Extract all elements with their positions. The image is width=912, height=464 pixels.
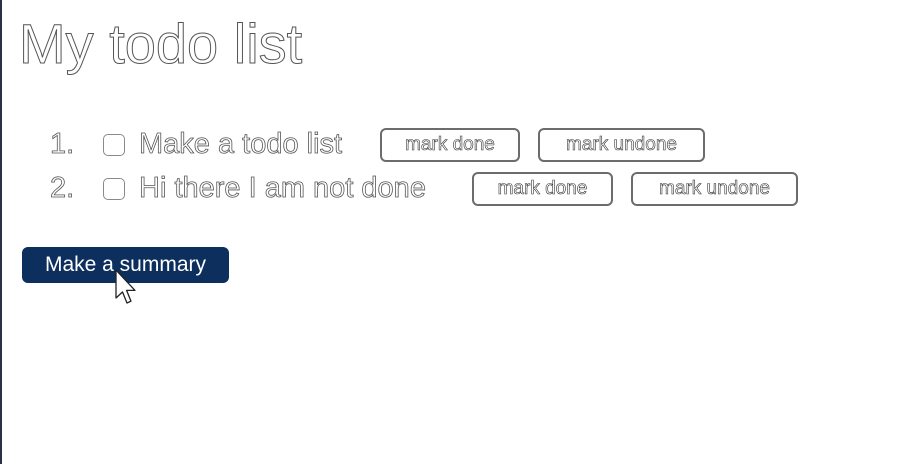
todo-item: 2. Hi there I am not done mark done mark… bbox=[0, 166, 900, 210]
mark-undone-button[interactable]: mark undone bbox=[538, 128, 705, 162]
window-left-edge bbox=[0, 0, 2, 464]
mark-undone-button[interactable]: mark undone bbox=[631, 172, 798, 206]
todo-number: 1. bbox=[50, 128, 75, 161]
todo-list: 1. Make a todo list mark done mark undon… bbox=[0, 122, 900, 210]
mark-done-button[interactable]: mark done bbox=[380, 128, 520, 162]
todo-text: Hi there I am not done bbox=[139, 172, 427, 205]
mark-done-button[interactable]: mark done bbox=[472, 172, 613, 206]
todo-item: 1. Make a todo list mark done mark undon… bbox=[0, 122, 900, 166]
page-title: My todo list bbox=[18, 12, 303, 76]
make-summary-button[interactable]: Make a summary bbox=[22, 247, 229, 283]
todo-number: 2. bbox=[50, 172, 75, 205]
todo-text: Make a todo list bbox=[139, 128, 343, 161]
todo-checkbox[interactable] bbox=[103, 134, 125, 156]
todo-checkbox[interactable] bbox=[103, 178, 125, 200]
